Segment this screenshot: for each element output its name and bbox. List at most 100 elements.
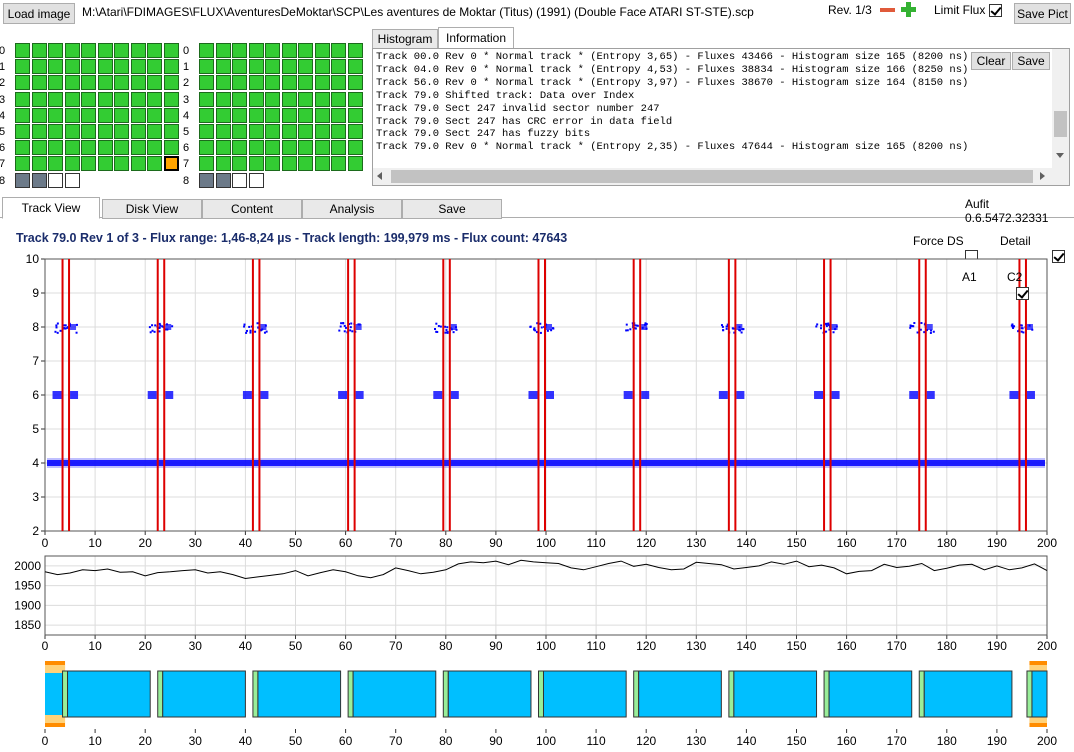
track-cell[interactable] <box>199 91 214 107</box>
track-cell[interactable] <box>298 107 313 123</box>
track-cell[interactable] <box>281 59 297 75</box>
track-cell[interactable] <box>130 75 146 91</box>
track-cell[interactable] <box>48 140 63 156</box>
track-cell[interactable] <box>114 75 129 91</box>
track-cell[interactable] <box>199 124 214 139</box>
track-cell[interactable] <box>163 124 179 139</box>
track-cell[interactable] <box>314 43 330 58</box>
information-log[interactable]: Track 00.0 Rev 0 * Normal track * (Entro… <box>372 48 1070 186</box>
track-cell[interactable] <box>97 43 113 58</box>
track-cell[interactable] <box>163 107 179 123</box>
track-cell[interactable] <box>248 156 264 172</box>
track-cell[interactable] <box>147 59 162 75</box>
main-tab-content[interactable]: Content <box>202 199 302 219</box>
rev-minus-button[interactable] <box>879 3 896 17</box>
track-cell[interactable] <box>15 43 30 58</box>
track-cell[interactable] <box>31 140 47 156</box>
track-cell[interactable] <box>298 124 313 139</box>
track-cell[interactable] <box>31 172 47 188</box>
track-cell[interactable] <box>163 156 179 172</box>
track-cell[interactable] <box>199 59 214 75</box>
track-cell[interactable] <box>130 59 146 75</box>
track-cell[interactable] <box>347 124 363 139</box>
track-cell[interactable] <box>114 59 129 75</box>
track-cell[interactable] <box>48 172 63 188</box>
track-cell[interactable] <box>97 124 113 139</box>
track-cell[interactable] <box>48 124 63 139</box>
track-cell[interactable] <box>31 91 47 107</box>
track-cell[interactable] <box>281 43 297 58</box>
track-cell[interactable] <box>347 59 363 75</box>
track-cell[interactable] <box>31 107 47 123</box>
track-cell[interactable] <box>298 156 313 172</box>
track-cell[interactable] <box>147 43 162 58</box>
track-cell[interactable] <box>248 124 264 139</box>
main-tab-disk-view[interactable]: Disk View <box>102 199 202 219</box>
track-cell[interactable] <box>331 43 346 58</box>
track-cell[interactable] <box>281 75 297 91</box>
track-cell[interactable] <box>347 140 363 156</box>
track-cell[interactable] <box>314 156 330 172</box>
track-cell[interactable] <box>331 124 346 139</box>
track-cell[interactable] <box>232 75 247 91</box>
track-cell[interactable] <box>215 107 231 123</box>
track-cell[interactable] <box>81 91 96 107</box>
rev-plus-button[interactable] <box>900 1 917 18</box>
track-cell[interactable] <box>215 75 231 91</box>
track-cell[interactable] <box>64 107 80 123</box>
track-cell[interactable] <box>248 91 264 107</box>
track-cell[interactable] <box>265 140 280 156</box>
track-cell[interactable] <box>331 107 346 123</box>
track-cell[interactable] <box>331 91 346 107</box>
track-cell[interactable] <box>130 91 146 107</box>
track-cell[interactable] <box>97 107 113 123</box>
track-cell[interactable] <box>31 59 47 75</box>
track-cell[interactable] <box>97 156 113 172</box>
track-cell[interactable] <box>199 172 214 188</box>
track-cell[interactable] <box>331 156 346 172</box>
track-cell[interactable] <box>130 156 146 172</box>
main-tab-analysis[interactable]: Analysis <box>302 199 402 219</box>
track-cell[interactable] <box>281 140 297 156</box>
track-cell[interactable] <box>64 75 80 91</box>
track-cell[interactable] <box>81 124 96 139</box>
track-cell[interactable] <box>81 156 96 172</box>
track-cell[interactable] <box>15 75 30 91</box>
clear-log-button[interactable]: Clear <box>971 52 1011 70</box>
track-cell[interactable] <box>114 43 129 58</box>
track-cell[interactable] <box>298 140 313 156</box>
track-cell[interactable] <box>147 156 162 172</box>
track-cell[interactable] <box>130 124 146 139</box>
track-cell[interactable] <box>114 140 129 156</box>
track-cell[interactable] <box>347 43 363 58</box>
tab-information[interactable]: Information <box>438 27 514 49</box>
track-cell[interactable] <box>314 124 330 139</box>
track-cell[interactable] <box>215 172 231 188</box>
track-cell[interactable] <box>215 91 231 107</box>
track-cell[interactable] <box>15 172 30 188</box>
track-cell[interactable] <box>215 140 231 156</box>
track-cell[interactable] <box>97 75 113 91</box>
track-cell[interactable] <box>64 59 80 75</box>
track-cell[interactable] <box>15 59 30 75</box>
track-cell[interactable] <box>232 140 247 156</box>
track-cell[interactable] <box>331 140 346 156</box>
scroll-hthumb[interactable] <box>391 170 1033 183</box>
track-cell[interactable] <box>81 140 96 156</box>
track-cell[interactable] <box>298 59 313 75</box>
track-cell[interactable] <box>147 140 162 156</box>
track-cell[interactable] <box>347 156 363 172</box>
scroll-down-icon[interactable] <box>1056 153 1064 158</box>
track-cell[interactable] <box>248 43 264 58</box>
track-cell[interactable] <box>163 140 179 156</box>
main-tab-save[interactable]: Save <box>402 199 502 219</box>
save-pict-button[interactable]: Save Pict <box>1014 3 1071 24</box>
track-cell[interactable] <box>48 75 63 91</box>
load-image-button[interactable]: Load image <box>3 3 75 24</box>
track-cell[interactable] <box>215 156 231 172</box>
track-cell[interactable] <box>81 107 96 123</box>
track-cell[interactable] <box>314 75 330 91</box>
track-cell[interactable] <box>265 75 280 91</box>
track-cell[interactable] <box>31 124 47 139</box>
track-cell[interactable] <box>314 91 330 107</box>
